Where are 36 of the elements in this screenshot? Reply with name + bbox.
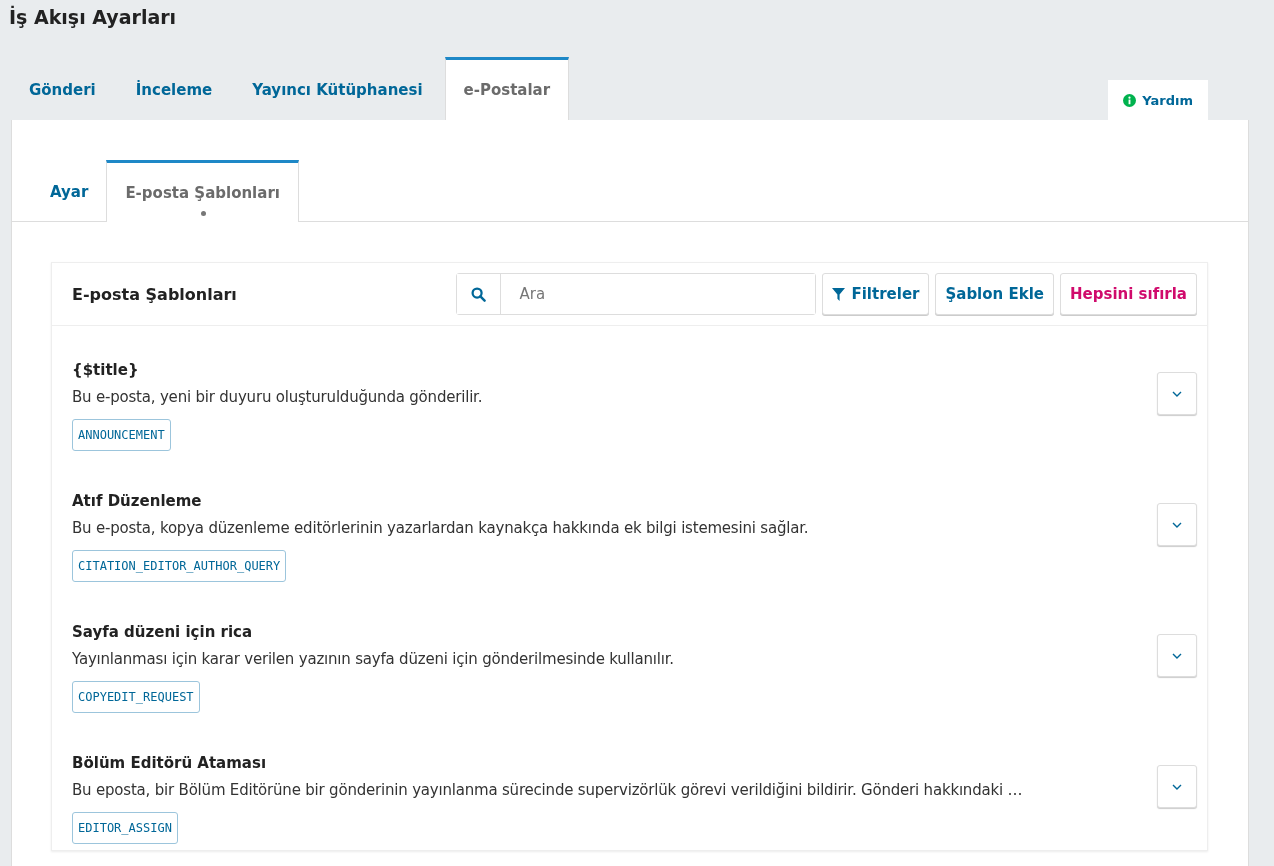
template-title: Atıf Düzenleme: [72, 491, 202, 512]
chevron-down-icon: [1172, 390, 1182, 397]
expand-button[interactable]: [1157, 634, 1197, 677]
template-description: Yayınlanması için karar verilen yazının sayfa düzeni için gönderilmesinde kullanılır.: [72, 649, 674, 670]
template-description: Bu eposta, bir Bölüm Editörüne bir gönderinin yayınlanma sürecinde supervizörlük görevi verildiğini bildirir. Gönderi hakkındaki …: [72, 780, 1023, 801]
tab[interactable]: Gönderi: [11, 57, 114, 120]
chevron-down-icon: [1172, 783, 1182, 790]
chevron-down-icon: [1172, 652, 1182, 659]
toolbar-button[interactable]: Hepsini sıfırla: [1060, 273, 1197, 315]
template-description: Bu e-posta, yeni bir duyuru oluşturulduğunda gönderilir.: [72, 387, 483, 408]
expand-button[interactable]: [1157, 503, 1197, 546]
template-key: CITATION_EDITOR_AUTHOR_QUERY: [72, 549, 287, 582]
expand-button[interactable]: [1157, 765, 1197, 808]
template-description: Bu e-posta, kopya düzenleme editörlerinin yazarlardan kaynakça hakkında ek bilgi istemesini sağlar.: [72, 518, 809, 539]
template-key: COPYEDIT_REQUEST: [72, 680, 200, 713]
toolbar-button[interactable]: Şablon Ekle: [935, 273, 1054, 315]
template-title: {$title}: [72, 360, 139, 381]
tab[interactable]: Yayıncı Kütüphanesi: [234, 57, 441, 120]
template-title: Sayfa düzeni için rica: [72, 622, 253, 643]
page-title: İş Akışı Ayarları: [9, 4, 178, 30]
subtab[interactable]: E-posta Şablonları: [106, 160, 299, 222]
search-icon: [471, 286, 487, 302]
chevron-down-icon: [1172, 521, 1182, 528]
template-title: Bölüm Editörü Ataması: [72, 753, 267, 774]
toolbar-button[interactable]: Filtreler: [822, 273, 930, 315]
expand-button[interactable]: [1157, 372, 1197, 415]
search-field[interactable]: Ara: [456, 273, 817, 315]
help-button[interactable]: Yardım: [1108, 80, 1208, 120]
filter-icon: [832, 287, 846, 301]
template-key: EDITOR_ASSIGN: [72, 811, 178, 844]
template-key: ANNOUNCEMENT: [72, 418, 171, 451]
indicator-dot: [200, 211, 206, 216]
tab[interactable]: İnceleme: [117, 57, 231, 120]
card-title: E-posta Şablonları: [72, 284, 238, 304]
tab[interactable]: e-Postalar: [444, 57, 570, 120]
info-icon: [1123, 93, 1137, 107]
